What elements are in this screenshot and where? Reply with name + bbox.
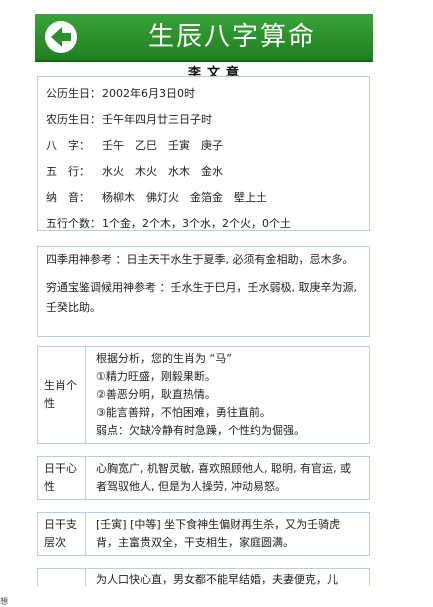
row-label: 日干支层次 (38, 513, 86, 555)
row-content: 为人口快心直，男女都不能早结婚，夫妻便克，儿 (96, 573, 338, 586)
info-label: 纳 音： (46, 191, 90, 204)
row-content: 根据分析，您的生肖为 “马” ①精力旺盛，刚毅果断。 ②善恶分明，耿直热情。 ③… (86, 347, 369, 443)
table-row: 为人口快心直，男女都不能早结婚，夫妻便克，儿 (37, 568, 370, 586)
back-arrow-icon (51, 27, 71, 47)
row-label: 生肖个性 (38, 347, 86, 443)
row-content: 心胸宽广, 机智灵敏, 喜欢照顾他人, 聪明, 有官运, 或者驾驭他人, 但是为… (96, 462, 351, 493)
info-label: 公历生日： (46, 87, 101, 100)
analysis-line: 根据分析，您的生肖为 “马” (96, 352, 232, 365)
analysis-line: ③能言善辩，不怕困难，勇往直前。 (96, 406, 271, 419)
row-content: [壬寅] [中等] 坐下食神生偏财再生杀，又为壬骑虎背，主富贵双全，干支相生，家… (96, 518, 341, 549)
info-row-wuxing: 五 行： 水火 木火 水木 金水 (46, 159, 369, 185)
info-row-bazi: 八 字： 壬午 乙巳 壬寅 庚子 (46, 133, 369, 159)
analysis-line: 弱点：欠缺冷静有时急躁，个性约为倔强。 (96, 424, 305, 437)
info-value: 2002年6月3日0时 (102, 87, 195, 100)
info-row-wuxing-count: 五行个数：1个金，2个木，3个水，2个火，0个土 (46, 211, 369, 237)
info-label: 五行个数： (46, 217, 101, 230)
reference-panel: 四季用神参考 ：日主天干水生于夏季, 必须有金相助，忌木多。 穷通宝鉴调候用神参… (37, 246, 370, 337)
app-header: 生辰八字算命 (35, 14, 373, 62)
qiongtong-reference: 穷通宝鉴调候用神参考 ：壬水生于巳月，壬水弱极, 取庚辛为源, 壬癸比助。 (46, 281, 357, 314)
basic-info-panel: 公历生日：2002年6月3日0时 农历生日：壬午年四月廿三日子时 八 字： 壬午 … (37, 76, 370, 231)
row-label (38, 569, 86, 586)
info-value: 杨柳木 佛灯火 金箔金 壁上土 (102, 191, 267, 204)
row-label: 日干心性 (38, 457, 86, 499)
info-row-nayin: 纳 音： 杨柳木 佛灯火 金箔金 壁上土 (46, 185, 369, 211)
info-label: 八 字： (46, 139, 90, 152)
info-row-lunar-birthday: 农历生日：壬午年四月廿三日子时 (46, 107, 369, 133)
info-value: 壬午年四月廿三日子时 (102, 113, 212, 126)
info-value: 1个金，2个木，3个水，2个火，0个土 (102, 217, 291, 230)
siji-reference: 四季用神参考 ：日主天干水生于夏季, 必须有金相助，忌木多。 (46, 253, 354, 266)
info-label: 五 行： (46, 165, 90, 178)
info-row-solar-birthday: 公历生日：2002年6月3日0时 (46, 81, 369, 107)
table-row: 日干支层次 [壬寅] [中等] 坐下食神生偏财再生杀，又为壬骑虎背，主富贵双全，… (37, 512, 370, 556)
corner-text: 想 (0, 597, 8, 606)
analysis-line: ①精力旺盛，刚毅果断。 (96, 370, 216, 383)
back-button[interactable] (45, 21, 77, 53)
info-value: 壬午 乙巳 壬寅 庚子 (102, 139, 223, 152)
page-title: 生辰八字算命 (147, 22, 316, 52)
info-value: 水火 木火 水木 金水 (102, 165, 223, 178)
analysis-line: ②善恶分明，耿直热情。 (96, 388, 216, 401)
table-row: 生肖个性 根据分析，您的生肖为 “马” ①精力旺盛，刚毅果断。 ②善恶分明，耿直… (37, 346, 370, 444)
page-bottom-edge (0, 586, 433, 606)
info-label: 农历生日： (46, 113, 101, 126)
table-row: 日干心性 心胸宽广, 机智灵敏, 喜欢照顾他人, 聪明, 有官运, 或者驾驭他人… (37, 456, 370, 500)
